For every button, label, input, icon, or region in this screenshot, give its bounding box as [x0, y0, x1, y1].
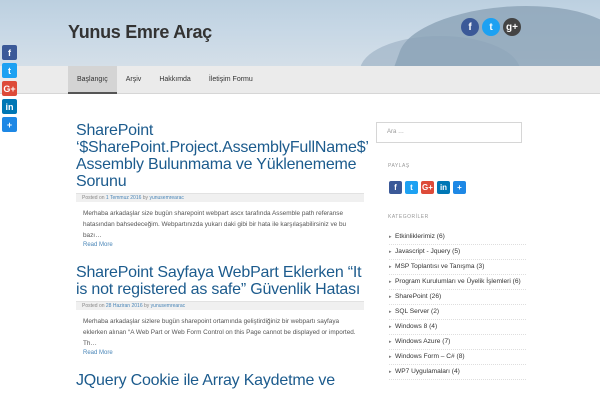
category-item[interactable]: Windows Azure (7) [389, 335, 526, 350]
read-more-link[interactable]: Read More [76, 241, 364, 250]
category-item[interactable]: Javascript - Jquery (5) [389, 245, 526, 260]
post-entry: SharePoint ‘$SharePoint.Project.Assembly… [76, 122, 368, 250]
twitter-icon[interactable]: t [2, 63, 17, 78]
sidebar-share-buttons: f t G+ in + [389, 181, 526, 194]
share-widget-title: PAYLAŞ [388, 163, 410, 169]
google-plus-icon[interactable]: g+ [503, 18, 521, 36]
nav-item-1[interactable]: Arşiv [117, 66, 151, 94]
post-author-link[interactable]: yunusemrearac [151, 303, 185, 309]
category-item[interactable]: Windows 8 (4) [389, 320, 526, 335]
linkedin-icon[interactable]: in [437, 181, 450, 194]
linkedin-icon[interactable]: in [2, 99, 17, 114]
post-title-link[interactable]: SharePoint Sayfaya WebPart Eklerken “It … [76, 264, 364, 298]
share-plus-icon[interactable]: + [2, 117, 17, 132]
post-excerpt: Merhaba arkadaşlar sizlere bugün sharepo… [83, 318, 356, 347]
meta-prefix: Posted on [82, 195, 106, 201]
post-excerpt: Merhaba arkadaşlar size bugün sharepoint… [83, 210, 347, 239]
meta-by: by [144, 303, 151, 309]
twitter-icon[interactable]: t [482, 18, 500, 36]
facebook-icon[interactable]: f [2, 45, 17, 60]
meta-prefix: Posted on [82, 303, 106, 309]
header-social-links: f t g+ [461, 18, 521, 36]
mountain-decoration [383, 6, 600, 66]
nav-item-2[interactable]: Hakkımda [150, 66, 200, 94]
post-title-link[interactable]: SharePoint ‘$SharePoint.Project.Assembly… [76, 122, 368, 190]
google-plus-icon[interactable]: G+ [2, 81, 17, 96]
category-item[interactable]: SQL Server (2) [389, 305, 526, 320]
site-header: Yunus Emre Araç f t g+ [0, 0, 600, 66]
site-title[interactable]: Yunus Emre Araç [68, 22, 212, 43]
category-item[interactable]: Windows Form – C# (8) [389, 350, 526, 365]
share-plus-icon[interactable]: + [453, 181, 466, 194]
post-title-link[interactable]: JQuery Cookie ile Array Kaydetme ve [76, 372, 364, 389]
post-date-link[interactable]: 1 Temmuz 2016 [106, 195, 141, 201]
category-item[interactable]: Etkinliklerimiz (6) [389, 230, 526, 245]
category-item[interactable]: MSP Toplantısı ve Tanışma (3) [389, 260, 526, 275]
post-date-link[interactable]: 28 Haziran 2016 [106, 303, 143, 309]
google-plus-icon[interactable]: G+ [421, 181, 434, 194]
nav-item-3[interactable]: İletişim Formu [200, 66, 262, 94]
nav-menu: Başlangıç Arşiv Hakkımda İletişim Formu [68, 66, 262, 94]
category-item[interactable]: WP7 Uygulamaları (4) [389, 365, 526, 380]
post-author-link[interactable]: yunusemrearac [149, 195, 183, 201]
category-item[interactable]: SharePoint (26) [389, 290, 526, 305]
categories-widget-title: KATEGORİLER [388, 214, 429, 220]
post-meta: Posted on 1 Temmuz 2016 by yunusemrearac [76, 193, 364, 202]
facebook-icon[interactable]: f [461, 18, 479, 36]
nav-item-0[interactable]: Başlangıç [68, 66, 117, 94]
category-list: Etkinliklerimiz (6)Javascript - Jquery (… [389, 230, 526, 380]
main-nav: Başlangıç Arşiv Hakkımda İletişim Formu [0, 66, 600, 94]
category-item[interactable]: Program Kurulumları ve Üyelik İşlemleri … [389, 275, 526, 290]
post-meta: Posted on 28 Haziran 2016 by yunusemrear… [76, 301, 364, 310]
post-entry: JQuery Cookie ile Array Kaydetme ve [76, 372, 364, 389]
sidebar: Ara … PAYLAŞ ftG+in+ KATEGORİLER Etkinli… [376, 122, 526, 380]
search-input[interactable]: Ara … [376, 122, 522, 143]
read-more-link[interactable]: Read More [76, 349, 364, 358]
twitter-icon[interactable]: t [405, 181, 418, 194]
post-list: SharePoint ‘$SharePoint.Project.Assembly… [76, 122, 368, 403]
floating-share-bar: f t G+ in + [2, 45, 17, 132]
facebook-icon[interactable]: f [389, 181, 402, 194]
post-entry: SharePoint Sayfaya WebPart Eklerken “It … [76, 264, 364, 358]
